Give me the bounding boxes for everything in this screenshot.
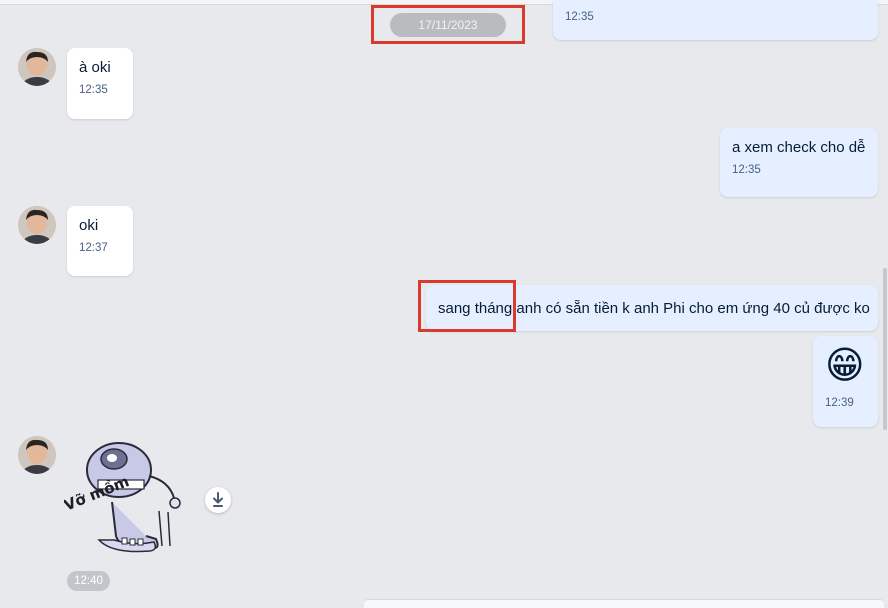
grin-emoji: 😁 [825, 345, 865, 387]
message-time: 12:35 [79, 84, 108, 96]
message-bubble-outgoing[interactable]: 😁 12:39 [813, 336, 878, 427]
download-icon [213, 492, 223, 507]
message-bubble-incoming[interactable]: à oki 12:35 [67, 48, 133, 119]
message-time: 12:37 [79, 242, 108, 254]
highlight-box-text [418, 280, 516, 332]
message-bubble-outgoing[interactable]: a xem check cho dễ 12:35 [720, 128, 878, 197]
avatar-photo [18, 48, 56, 86]
message-bubble-outgoing[interactable]: 12:35 [553, 0, 878, 40]
message-time: 12:39 [825, 397, 854, 409]
message-text: oki [79, 217, 99, 234]
message-bubble-incoming[interactable]: oki 12:37 [67, 206, 133, 276]
avatar-photo [18, 436, 56, 474]
highlight-box-date [371, 5, 525, 44]
message-time: 12:35 [565, 11, 594, 23]
message-text: à oki [79, 59, 111, 76]
avatar[interactable] [18, 206, 56, 244]
message-text: a xem check cho dễ [732, 139, 866, 156]
scrollbar[interactable] [883, 268, 887, 430]
avatar[interactable] [18, 436, 56, 474]
avatar-photo [18, 206, 56, 244]
message-time: 12:40 [67, 571, 110, 591]
avatar[interactable] [18, 48, 56, 86]
message-time: 12:35 [732, 164, 761, 176]
download-button[interactable] [205, 487, 231, 513]
sticker[interactable]: Vỡ mồm [64, 436, 194, 560]
